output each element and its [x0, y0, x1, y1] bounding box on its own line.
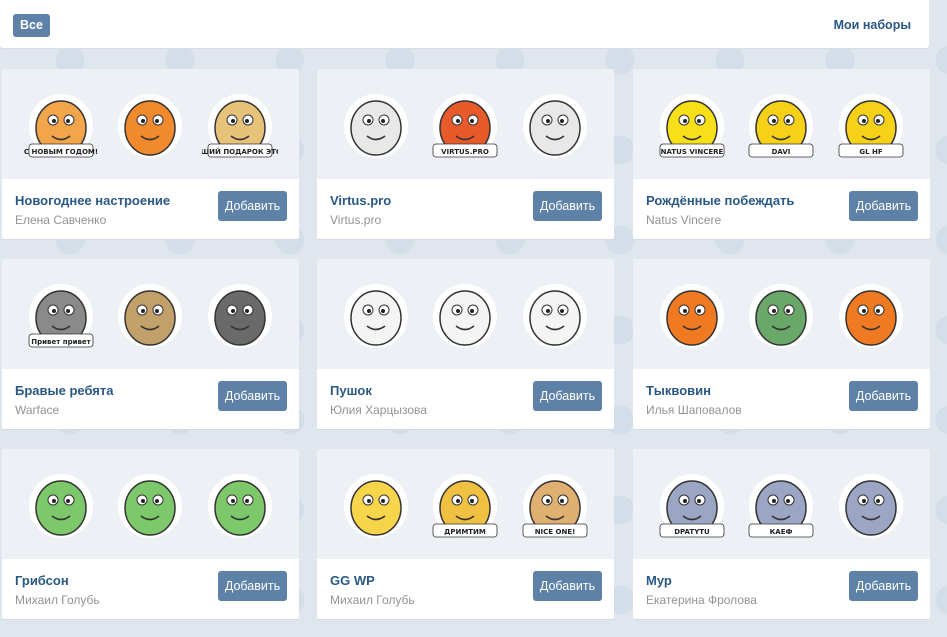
sticker-preview-strip: VIRTUS.PRO [317, 69, 614, 179]
set-title[interactable]: Virtus.pro [330, 193, 391, 208]
sticker-caption: VIRTUS.PRO [442, 148, 490, 156]
sticker-caption: NATUS VINCERE [661, 148, 724, 156]
set-title[interactable]: Пушок [330, 383, 372, 398]
set-author: Михаил Голубь [15, 593, 100, 607]
sticker-set-card[interactable]: Грибсон Михаил Голубь Добавить [2, 449, 299, 619]
foam-finger-icon: DAVI [743, 86, 819, 162]
mushroom-relaxed-icon [202, 466, 278, 542]
add-set-button[interactable]: Добавить [849, 571, 918, 601]
soldier-rifle-icon [202, 276, 278, 352]
hamster-fruits-icon [112, 86, 188, 162]
fluffy-cat-running-icon [338, 276, 414, 352]
victory-hand-icon: GL HF [833, 86, 909, 162]
my-sets-link[interactable]: Мои наборы [834, 18, 911, 32]
add-set-button[interactable]: Добавить [218, 381, 287, 411]
sticker-set-card[interactable]: Привет привет Бравые ребята Warface Добавит… [2, 259, 299, 429]
fluffy-cat-sitting-icon [517, 276, 593, 352]
set-title[interactable]: Бравые ребята [15, 383, 114, 398]
sticker-caption: NICE ONE! [535, 528, 576, 536]
sticker-caption: С НОВЫМ ГОДОМ! [24, 148, 98, 156]
sticker-caption: Привет привет [31, 338, 91, 346]
sticker-preview-strip [633, 259, 930, 369]
add-set-button[interactable]: Добавить [849, 191, 918, 221]
sticker-caption: ДРИМТИМ [445, 528, 487, 536]
sticker-preview-strip: DPATYTU КАЕФ [633, 449, 930, 559]
set-author: Илья Шаповалов [646, 403, 742, 417]
pumpkin-witch-icon [833, 276, 909, 352]
sticker-set-card[interactable]: DPATYTU КАЕФ Мур Екатерина Фролова Добавить [633, 449, 930, 619]
dog-nice-one-icon: NICE ONE! [517, 466, 593, 542]
sticker-set-card[interactable]: Тыквовин Илья Шаповалов Добавить [633, 259, 930, 429]
add-set-button[interactable]: Добавить [533, 191, 602, 221]
pumpkin-frankenstein-icon [743, 276, 819, 352]
sticker-caption: КАЕФ [770, 528, 793, 536]
mushroom-worried-icon [23, 466, 99, 542]
sticker-preview-strip: ДРИМТИМ NICE ONE! [317, 449, 614, 559]
set-author: Юлия Харцызова [330, 403, 427, 417]
sticker-caption: DAVI [772, 148, 791, 156]
add-set-button[interactable]: Добавить [533, 381, 602, 411]
sticker-preview-strip [2, 449, 299, 559]
sticker-preview-strip: Привет привет [2, 259, 299, 369]
sticker-caption: ЛУЧШИЙ ПОДАРОК ЭТО ТЫ [202, 147, 278, 156]
set-author: Екатерина Фролова [646, 593, 757, 607]
sticker-caption: DPATYTU [674, 528, 710, 536]
set-author: Natus Vincere [646, 213, 722, 227]
sticker-set-card[interactable]: VIRTUS.PRO Virtus.pro Virtus.pro Добавить [317, 69, 614, 239]
add-set-button[interactable]: Добавить [218, 191, 287, 221]
add-set-button[interactable]: Добавить [218, 571, 287, 601]
sticker-set-card[interactable]: Пушок Юлия Харцызова Добавить [317, 259, 614, 429]
bear-flex-icon [338, 86, 414, 162]
sticker-caption: GL HF [859, 148, 883, 156]
add-set-button[interactable]: Добавить [533, 571, 602, 601]
sticker-set-card[interactable]: NATUS VINCERE DAVI GL HF Рождённые побеждат… [633, 69, 930, 239]
sticker-preview-strip: С НОВЫМ ГОДОМ! ЛУЧШИЙ ПОДАРОК ЭТО ТЫ [2, 69, 299, 179]
add-set-button[interactable]: Добавить [849, 381, 918, 411]
sets-filter-bar: Все Мои наборы [0, 0, 929, 48]
all-sets-tab[interactable]: Все [13, 14, 50, 37]
mushroom-cheer-icon [112, 466, 188, 542]
pumpkin-dracula-icon [654, 276, 730, 352]
bird-kaef-icon: КАЕФ [743, 466, 819, 542]
hamster-gift-card-icon: ЛУЧШИЙ ПОДАРОК ЭТО ТЫ [202, 86, 278, 162]
set-title[interactable]: Новогоднее настроение [15, 193, 170, 208]
set-author: Михаил Голубь [330, 593, 415, 607]
sticker-set-card[interactable]: ДРИМТИМ NICE ONE! GG WP Михаил Голубь Добави… [317, 449, 614, 619]
set-author: Warface [15, 403, 60, 417]
hamster-new-year-icon: С НОВЫМ ГОДОМ! [23, 86, 99, 162]
duck-dancing-icon [338, 466, 414, 542]
sticker-set-card[interactable]: С НОВЫМ ГОДОМ! ЛУЧШИЙ ПОДАРОК ЭТО ТЫ Новог… [2, 69, 299, 239]
sticker-preview-strip: NATUS VINCERE DAVI GL HF [633, 69, 930, 179]
soldier-rock-icon [112, 276, 188, 352]
set-title[interactable]: Рождённые побеждать [646, 193, 794, 208]
soldier-hello-icon: Привет привет [23, 276, 99, 352]
duck-dreamteam-icon: ДРИМТИМ [427, 466, 503, 542]
set-title[interactable]: GG WP [330, 573, 375, 588]
bird-flying-icon [833, 466, 909, 542]
bird-hello-icon: DPATYTU [654, 466, 730, 542]
bear-scarf-icon: VIRTUS.PRO [427, 86, 503, 162]
set-title[interactable]: Тыквовин [646, 383, 711, 398]
set-author: Virtus.pro [330, 213, 382, 227]
set-author: Елена Савченко [15, 213, 107, 227]
fluffy-cat-love-icon [427, 276, 503, 352]
set-title[interactable]: Мур [646, 573, 672, 588]
sticker-preview-strip [317, 259, 614, 369]
set-title[interactable]: Грибсон [15, 573, 69, 588]
bear-facepalm-icon [517, 86, 593, 162]
navi-logo-icon: NATUS VINCERE [654, 86, 730, 162]
